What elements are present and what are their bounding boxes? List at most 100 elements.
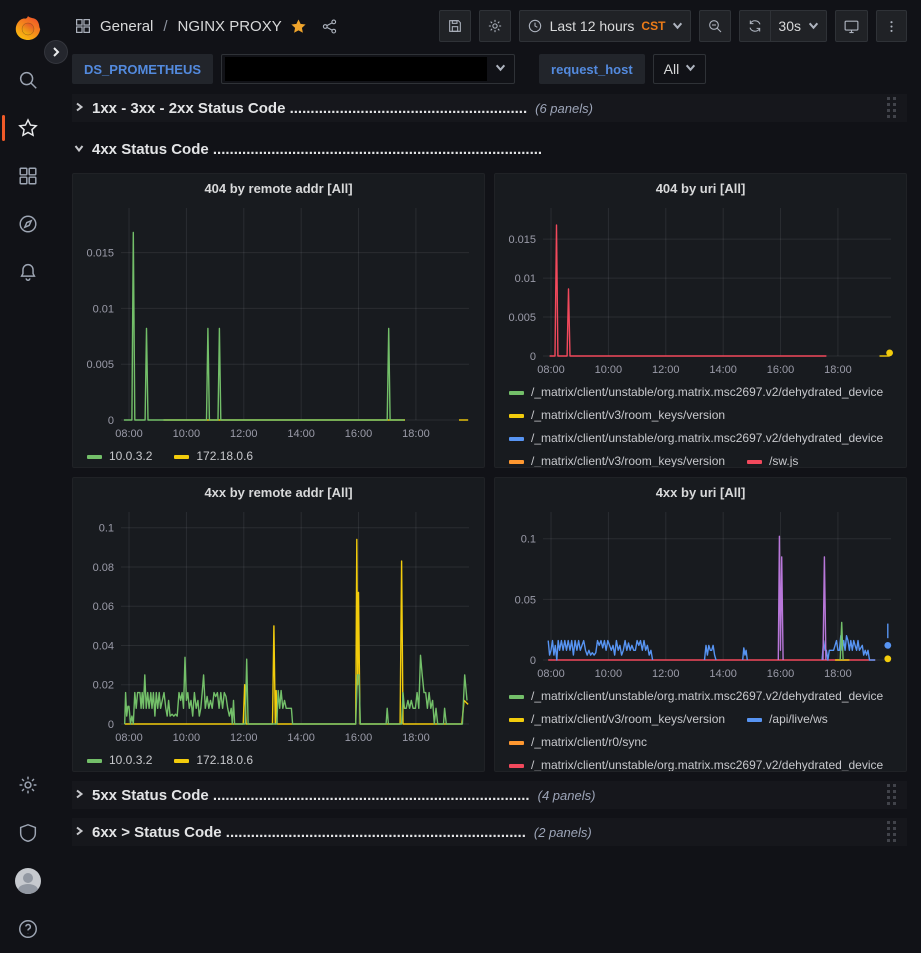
chart-svg: 00.050.108:0010:0012:0014:0016:0018:00 <box>503 506 898 680</box>
breadcrumb-dashboard-title[interactable]: NGINX PROXY <box>178 18 282 35</box>
panel-legend: 10.0.3.2 172.18.0.6 <box>81 749 476 772</box>
row-drag-handle[interactable] <box>887 97 897 119</box>
variable-label-ds-prometheus: DS_PROMETHEUS <box>72 54 213 84</box>
svg-text:08:00: 08:00 <box>115 428 143 440</box>
star-icon <box>17 117 39 139</box>
panel-title[interactable]: 4xx by remote addr [All] <box>81 478 476 506</box>
row-drag-handle[interactable] <box>887 821 897 843</box>
sidebar-item-explore[interactable] <box>0 200 56 248</box>
more-options-button[interactable] <box>876 10 907 42</box>
svg-text:16:00: 16:00 <box>345 428 373 440</box>
svg-text:18:00: 18:00 <box>402 428 430 440</box>
legend-label: 10.0.3.2 <box>109 749 152 772</box>
svg-text:0.08: 0.08 <box>93 562 114 574</box>
legend-swatch <box>509 764 524 768</box>
refresh-interval-dropdown[interactable]: 30s <box>771 10 827 42</box>
request-host-select[interactable]: All <box>653 54 707 84</box>
svg-text:18:00: 18:00 <box>824 364 852 376</box>
sidebar-item-starred[interactable] <box>0 104 56 152</box>
svg-text:0.04: 0.04 <box>93 640 114 652</box>
chevron-down-icon <box>74 140 84 158</box>
refresh-button[interactable] <box>739 10 771 42</box>
legend-item[interactable]: /_matrix/client/unstable/org.matrix.msc2… <box>509 754 883 772</box>
zoom-out-button[interactable] <box>699 10 731 42</box>
svg-text:18:00: 18:00 <box>824 668 852 680</box>
legend-item[interactable]: /_matrix/client/v3/room_keys/version <box>509 450 725 468</box>
legend-item[interactable]: 172.18.0.6 <box>174 445 253 468</box>
svg-text:08:00: 08:00 <box>537 668 565 680</box>
breadcrumb-section[interactable]: General <box>100 18 153 35</box>
row-4xx[interactable]: 4xx Status Code ........................… <box>72 135 907 163</box>
refresh-interval-value: 30s <box>778 18 801 34</box>
panel-4xx-by-remote-addr: 4xx by remote addr [All] 00.020.040.060.… <box>72 477 485 772</box>
svg-text:10:00: 10:00 <box>595 668 623 680</box>
datasource-select[interactable] <box>221 54 515 84</box>
svg-text:0.06: 0.06 <box>93 601 114 613</box>
svg-text:0: 0 <box>530 351 536 363</box>
legend-item[interactable]: 172.18.0.6 <box>174 749 253 772</box>
dashboards-grid-icon <box>17 165 39 187</box>
legend-label: 172.18.0.6 <box>196 749 253 772</box>
legend-item[interactable]: 10.0.3.2 <box>87 749 152 772</box>
legend-item[interactable]: /_matrix/client/v3/room_keys/version <box>509 708 725 731</box>
compass-icon <box>17 213 39 235</box>
panel-404-by-uri: 404 by uri [All] 00.0050.010.01508:0010:… <box>494 173 907 468</box>
bell-icon <box>17 261 39 283</box>
legend-item[interactable]: /_matrix/client/r0/sync <box>509 731 647 754</box>
favorite-star-icon[interactable] <box>290 18 307 35</box>
row-drag-handle[interactable] <box>887 784 897 806</box>
share-icon[interactable] <box>321 18 338 35</box>
breadcrumb-separator: / <box>161 18 169 35</box>
svg-text:0.015: 0.015 <box>86 248 114 260</box>
legend-item[interactable]: /sw.js <box>747 450 798 468</box>
legend-label: /_matrix/client/r0/sync <box>531 731 647 754</box>
legend-item[interactable]: /_matrix/client/unstable/org.matrix.msc2… <box>509 685 883 708</box>
save-dashboard-button[interactable] <box>439 10 471 42</box>
legend-item[interactable]: /_matrix/client/v3/room_keys/version <box>509 404 725 427</box>
svg-text:12:00: 12:00 <box>652 668 680 680</box>
legend-swatch <box>174 759 189 763</box>
legend-label: /_matrix/client/unstable/org.matrix.msc2… <box>531 381 883 404</box>
legend-swatch <box>509 460 524 464</box>
row-title: 5xx Status Code ........................… <box>92 787 530 804</box>
panel-title[interactable]: 4xx by uri [All] <box>503 478 898 506</box>
sidebar-item-server-admin[interactable] <box>0 809 56 857</box>
legend-swatch <box>747 460 762 464</box>
legend-item[interactable]: /_matrix/client/unstable/org.matrix.msc2… <box>509 381 883 404</box>
chevron-right-icon <box>74 786 84 804</box>
row-1xx-3xx-2xx[interactable]: 1xx - 3xx - 2xx Status Code ............… <box>72 94 907 122</box>
panel-title[interactable]: 404 by uri [All] <box>503 174 898 202</box>
chevron-right-icon <box>74 823 84 841</box>
time-range-picker[interactable]: Last 12 hours CST <box>519 10 692 42</box>
refresh-icon <box>747 18 763 34</box>
legend-item[interactable]: /_matrix/client/unstable/org.matrix.msc2… <box>509 427 883 450</box>
sidebar-item-profile[interactable] <box>0 857 56 905</box>
panel-title[interactable]: 404 by remote addr [All] <box>81 174 476 202</box>
row-title: 6xx > Status Code ......................… <box>92 824 526 841</box>
cycle-view-mode-button[interactable] <box>835 10 868 42</box>
legend-item[interactable]: 10.0.3.2 <box>87 445 152 468</box>
zoom-out-icon <box>707 18 723 34</box>
svg-text:16:00: 16:00 <box>767 668 795 680</box>
svg-text:14:00: 14:00 <box>287 732 315 744</box>
sidebar-item-help[interactable] <box>0 905 56 953</box>
legend-item[interactable]: /api/live/ws <box>747 708 828 731</box>
grafana-logo-icon <box>14 14 42 42</box>
shield-icon <box>17 822 39 844</box>
sidebar-item-dashboards[interactable] <box>0 152 56 200</box>
sidebar-item-configuration[interactable] <box>0 761 56 809</box>
sidebar-item-alerting[interactable] <box>0 248 56 296</box>
row-title: 1xx - 3xx - 2xx Status Code ............… <box>92 100 527 117</box>
help-icon <box>17 918 39 940</box>
dashboard-settings-button[interactable] <box>479 10 511 42</box>
panel-legend: /_matrix/client/unstable/org.matrix.msc2… <box>503 685 898 772</box>
row-6xx[interactable]: 6xx > Status Code ......................… <box>72 818 907 846</box>
legend-label: /_matrix/client/v3/room_keys/version <box>531 708 725 731</box>
legend-label: /sw.js <box>769 450 798 468</box>
timeseries-chart: 00.050.108:0010:0012:0014:0016:0018:00 <box>503 506 898 685</box>
sidebar-item-search[interactable] <box>0 56 56 104</box>
row-5xx[interactable]: 5xx Status Code ........................… <box>72 781 907 809</box>
apps-grid-icon <box>74 17 92 35</box>
sidebar-expand-button[interactable] <box>44 40 68 64</box>
search-icon <box>17 69 39 91</box>
